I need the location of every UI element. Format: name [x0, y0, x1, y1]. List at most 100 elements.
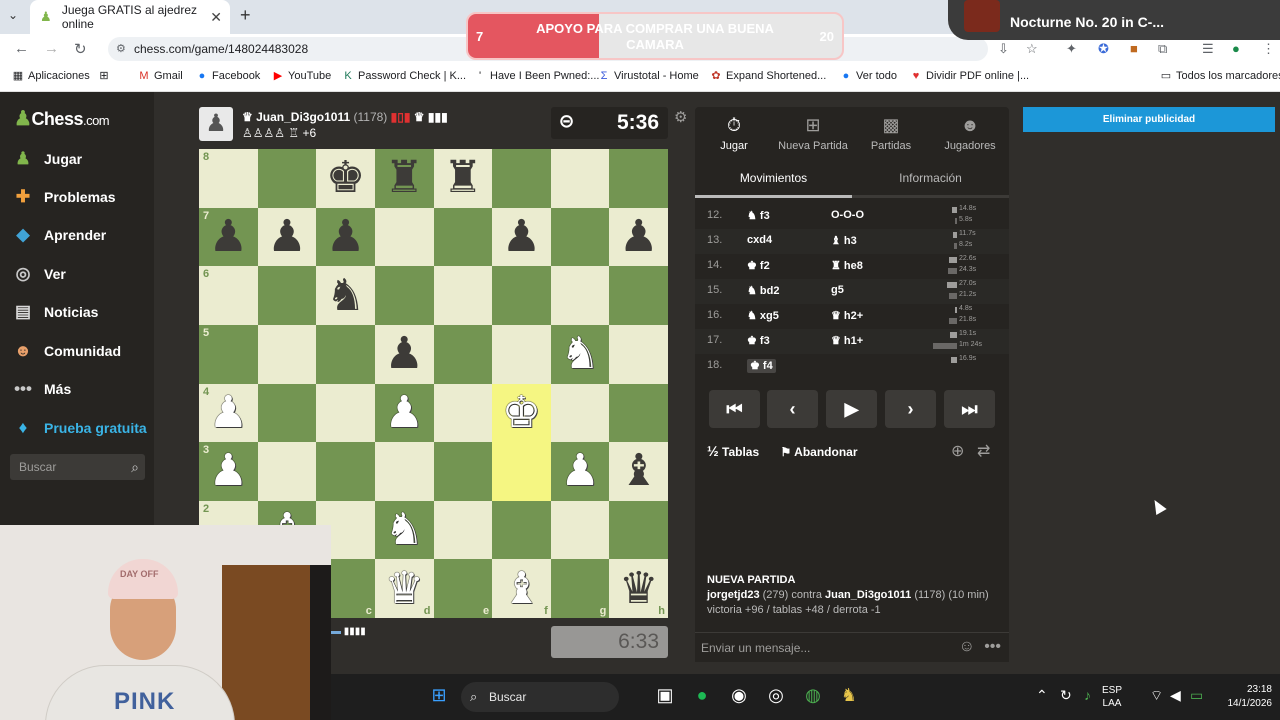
square-f4[interactable]: ♚ [492, 383, 551, 443]
prev-move-button[interactable]: ‹ [767, 390, 818, 428]
square-g7[interactable] [550, 207, 610, 267]
tab-jugar[interactable]: ⏱ Jugar [695, 115, 773, 152]
white-pawn-piece[interactable]: ♟ [560, 449, 599, 493]
new-game-player1[interactable]: jorgetjd23 [707, 589, 760, 601]
white-knight-piece[interactable]: ♞ [560, 332, 599, 376]
bookmark-dividir-pdf[interactable]: ♥ Dividir PDF online |... [910, 70, 1029, 82]
clock-datetime[interactable]: 23:18 14/1/2026 [1228, 683, 1273, 711]
white-move[interactable]: ♚ f2 [747, 259, 770, 272]
volume-icon[interactable]: ◀ [1170, 687, 1181, 704]
square-b7[interactable]: ♟ [257, 207, 317, 267]
square-d3[interactable] [374, 442, 434, 501]
square-h4[interactable] [609, 383, 668, 443]
square-b6[interactable] [257, 266, 317, 325]
task-view-icon[interactable]: ▣ [653, 685, 677, 706]
square-h8[interactable] [609, 149, 668, 208]
square-f7[interactable]: ♟ [492, 207, 551, 267]
tab-partidas[interactable]: ▩ Partidas [852, 115, 930, 152]
resign-button[interactable]: ⚑ Abandonar [781, 445, 858, 459]
tab-search-icon[interactable]: ⌄ [8, 8, 18, 22]
language-indicator[interactable]: ESP LAA [1102, 684, 1122, 710]
reading-list-icon[interactable]: ☰ [1202, 41, 1214, 57]
black-pawn-piece[interactable]: ♟ [384, 332, 423, 376]
black-pawn-piece[interactable]: ♟ [267, 214, 306, 259]
extension-icon[interactable]: ✦ [1066, 41, 1077, 57]
square-f8[interactable] [492, 149, 551, 208]
draw-button[interactable]: ½ Tablas [707, 443, 759, 459]
square-f6[interactable] [492, 266, 551, 325]
last-move-button[interactable]: ⏭ [944, 390, 995, 428]
chat-input[interactable]: Enviar un mensaje... ☺ ••• [695, 632, 1009, 662]
bookmark-apps-grid[interactable]: ⊞ [98, 70, 114, 82]
square-c3[interactable] [316, 442, 375, 501]
square-d6[interactable] [374, 266, 434, 325]
square-a7[interactable]: 7 ♟ [199, 207, 258, 267]
square-b8[interactable] [257, 149, 317, 208]
black-knight-piece[interactable]: ♞ [326, 273, 365, 318]
extensions-puzzle-icon[interactable]: ⧉ [1158, 41, 1167, 57]
square-g1[interactable]: g [550, 559, 610, 618]
white-king-piece[interactable]: ♚ [502, 390, 541, 435]
square-b4[interactable] [257, 383, 317, 443]
square-d1[interactable]: d ♛ [374, 559, 434, 618]
black-rook-piece[interactable]: ♜ [443, 156, 482, 200]
steam-icon[interactable]: ◉ [727, 685, 751, 706]
square-a6[interactable]: 6 [199, 266, 258, 325]
square-c6[interactable]: ♞ [316, 266, 375, 325]
remove-ads-button[interactable]: Eliminar publicidad [1023, 107, 1275, 132]
square-g2[interactable] [550, 500, 610, 560]
bookmark-youtube[interactable]: ▶ YouTube [272, 70, 331, 82]
square-c8[interactable]: ♚ [316, 149, 375, 208]
white-pawn-piece[interactable]: ♟ [384, 390, 423, 435]
black-bishop-piece[interactable]: ♝ [619, 449, 658, 493]
sidebar-item-mas[interactable]: ••• Más [12, 376, 71, 402]
bookmark-expand[interactable]: ✿ Expand Shortened... [710, 70, 826, 82]
bookmark-facebook[interactable]: ● Facebook [196, 70, 261, 82]
sidebar-item-problemas[interactable]: ✚ Problemas [12, 184, 116, 210]
black-move[interactable]: O-O-O [831, 209, 864, 221]
square-f5[interactable] [492, 324, 551, 384]
white-move[interactable]: ♞ xg5 [747, 309, 779, 322]
black-pawn-piece[interactable]: ♟ [326, 214, 365, 259]
install-icon[interactable]: ⇩ [998, 41, 1009, 57]
move-row[interactable]: 17. ♚ f3 ♛ h1+ 19.1s 1m 24s [695, 329, 1009, 354]
sidebar-item-ver[interactable]: ◎ Ver [12, 261, 66, 287]
bookmark-star-icon[interactable]: ☆ [1026, 41, 1038, 57]
browser-tab-active[interactable]: ♟ Juega GRATIS al ajedrez online ✕ [30, 0, 230, 34]
square-e7[interactable] [433, 207, 493, 267]
site-info-icon[interactable]: ⚙ [116, 37, 126, 61]
sidebar-item-comunidad[interactable]: ☻ Comunidad [12, 338, 121, 364]
square-g5[interactable]: ♞ [550, 324, 610, 384]
taskbar-search[interactable]: ⌕ Buscar [461, 682, 619, 712]
square-h3[interactable]: ♝ [609, 442, 668, 501]
move-row[interactable]: 13. cxd4 ♝ h3 11.7s 8.2s [695, 229, 1009, 254]
sidebar-item-jugar[interactable]: ♟ Jugar [12, 146, 82, 172]
black-move[interactable]: ♛ h1+ [831, 334, 863, 347]
forward-icon[interactable]: → [44, 40, 59, 57]
obs-icon[interactable]: ◎ [764, 685, 788, 706]
square-g8[interactable] [550, 149, 610, 208]
square-g4[interactable] [550, 383, 610, 443]
square-d7[interactable] [374, 207, 434, 267]
tab-jugadores[interactable]: ☻ Jugadores [931, 115, 1009, 152]
first-move-button[interactable]: ⏮ [709, 390, 760, 428]
black-move[interactable]: ♝ h3 [831, 234, 857, 247]
extension-2-icon[interactable]: ✪ [1098, 41, 1109, 57]
square-f2[interactable] [492, 500, 551, 560]
tray-chevron-icon[interactable]: ⌃ [1036, 687, 1048, 704]
black-move[interactable]: ♜ he8 [831, 259, 863, 272]
white-bishop-piece[interactable]: ♝ [502, 566, 541, 611]
square-a8[interactable]: 8 [199, 149, 258, 208]
bookmark-apps[interactable]: ▦ Aplicaciones [12, 70, 90, 82]
windows-start-icon[interactable]: ⊞ [427, 685, 451, 706]
sidebar-item-prueba-gratuita[interactable]: ♦ Prueba gratuita [12, 415, 147, 441]
square-h6[interactable] [609, 266, 668, 325]
tab-nueva-partida[interactable]: ⊞ Nueva Partida [774, 115, 852, 152]
move-row[interactable]: 18. ♚ f4 16.9s [695, 354, 1009, 376]
back-icon[interactable]: ← [14, 40, 29, 57]
browser-menu-icon[interactable]: ⋮ [1262, 41, 1275, 57]
square-c7[interactable]: ♟ [316, 207, 375, 267]
bookmark-all[interactable]: ▭ Todos los marcadores [1160, 70, 1280, 82]
play-button[interactable]: ▶ [826, 390, 877, 428]
bookmark-virustotal[interactable]: Σ Virustotal - Home [598, 70, 699, 82]
